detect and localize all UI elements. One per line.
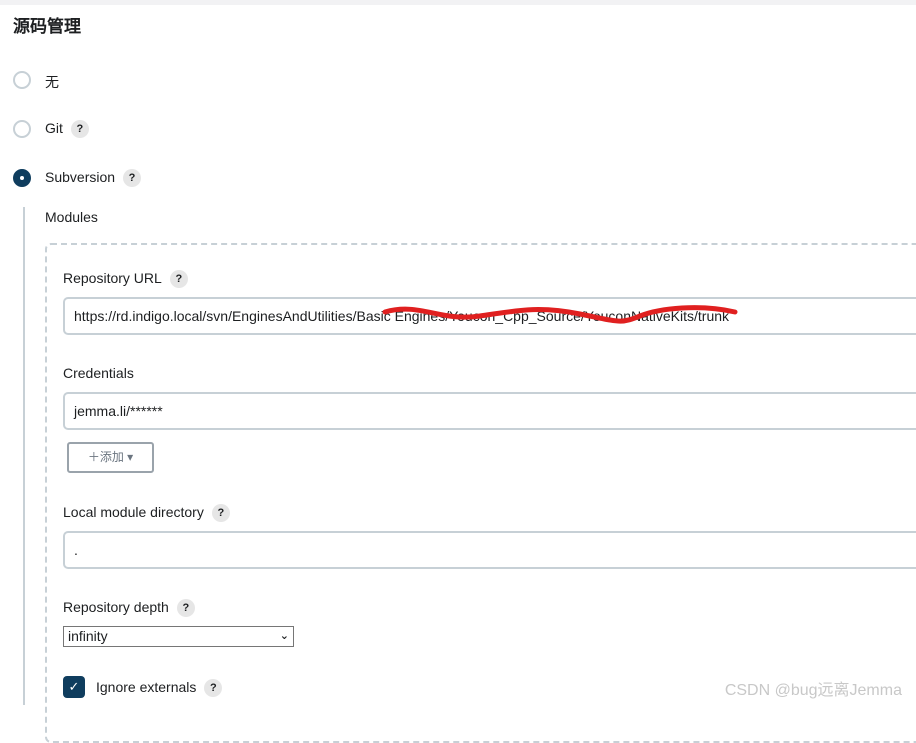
radio-none-label: 无	[45, 74, 59, 90]
help-icon[interactable]: ?	[169, 270, 188, 289]
subversion-label: Subversion	[45, 169, 116, 185]
ignore-externals-label: Ignore externals?	[96, 679, 223, 698]
credentials-label: Credentials	[63, 365, 134, 381]
watermark: CSDN @bug远离Jemma	[724, 682, 902, 699]
help-icon[interactable]: ?	[123, 169, 142, 188]
ignore-externals-text: Ignore externals	[96, 679, 197, 695]
redaction-scribble	[382, 305, 738, 324]
depth-select[interactable]: infinity ⌄	[63, 626, 294, 647]
help-icon[interactable]: ?	[204, 679, 223, 698]
local-dir-label: Local module directory?	[63, 504, 230, 523]
depth-value: infinity	[68, 628, 108, 644]
local-dir-label-text: Local module directory	[63, 504, 204, 520]
help-icon[interactable]: ?	[176, 599, 195, 618]
depth-label-text: Repository depth	[63, 599, 169, 615]
radio-subversion-label: Subversion?	[45, 169, 142, 188]
section-indent-line	[23, 207, 25, 705]
local-dir-input[interactable]: .	[63, 531, 916, 569]
radio-none[interactable]	[13, 71, 31, 89]
help-icon[interactable]: ?	[211, 504, 230, 523]
git-label: Git	[45, 120, 63, 136]
add-credentials-button[interactable]: ＋添加 ▾	[67, 442, 154, 473]
checkmark-icon: ✓	[68, 679, 80, 694]
repo-url-label: Repository URL?	[63, 270, 188, 289]
ignore-externals-checkbox[interactable]: ✓	[63, 676, 85, 698]
radio-git[interactable]	[13, 120, 31, 138]
chevron-down-icon: ⌄	[279, 630, 289, 642]
modules-label: Modules	[45, 209, 98, 225]
top-bar	[0, 0, 916, 5]
radio-git-label: Git?	[45, 120, 89, 139]
radio-subversion[interactable]	[13, 169, 31, 187]
repo-url-label-text: Repository URL	[63, 270, 162, 286]
credentials-select[interactable]: jemma.li/******	[63, 392, 916, 430]
help-icon[interactable]: ?	[70, 120, 89, 139]
depth-label: Repository depth?	[63, 599, 195, 618]
section-title: 源码管理	[13, 17, 81, 36]
